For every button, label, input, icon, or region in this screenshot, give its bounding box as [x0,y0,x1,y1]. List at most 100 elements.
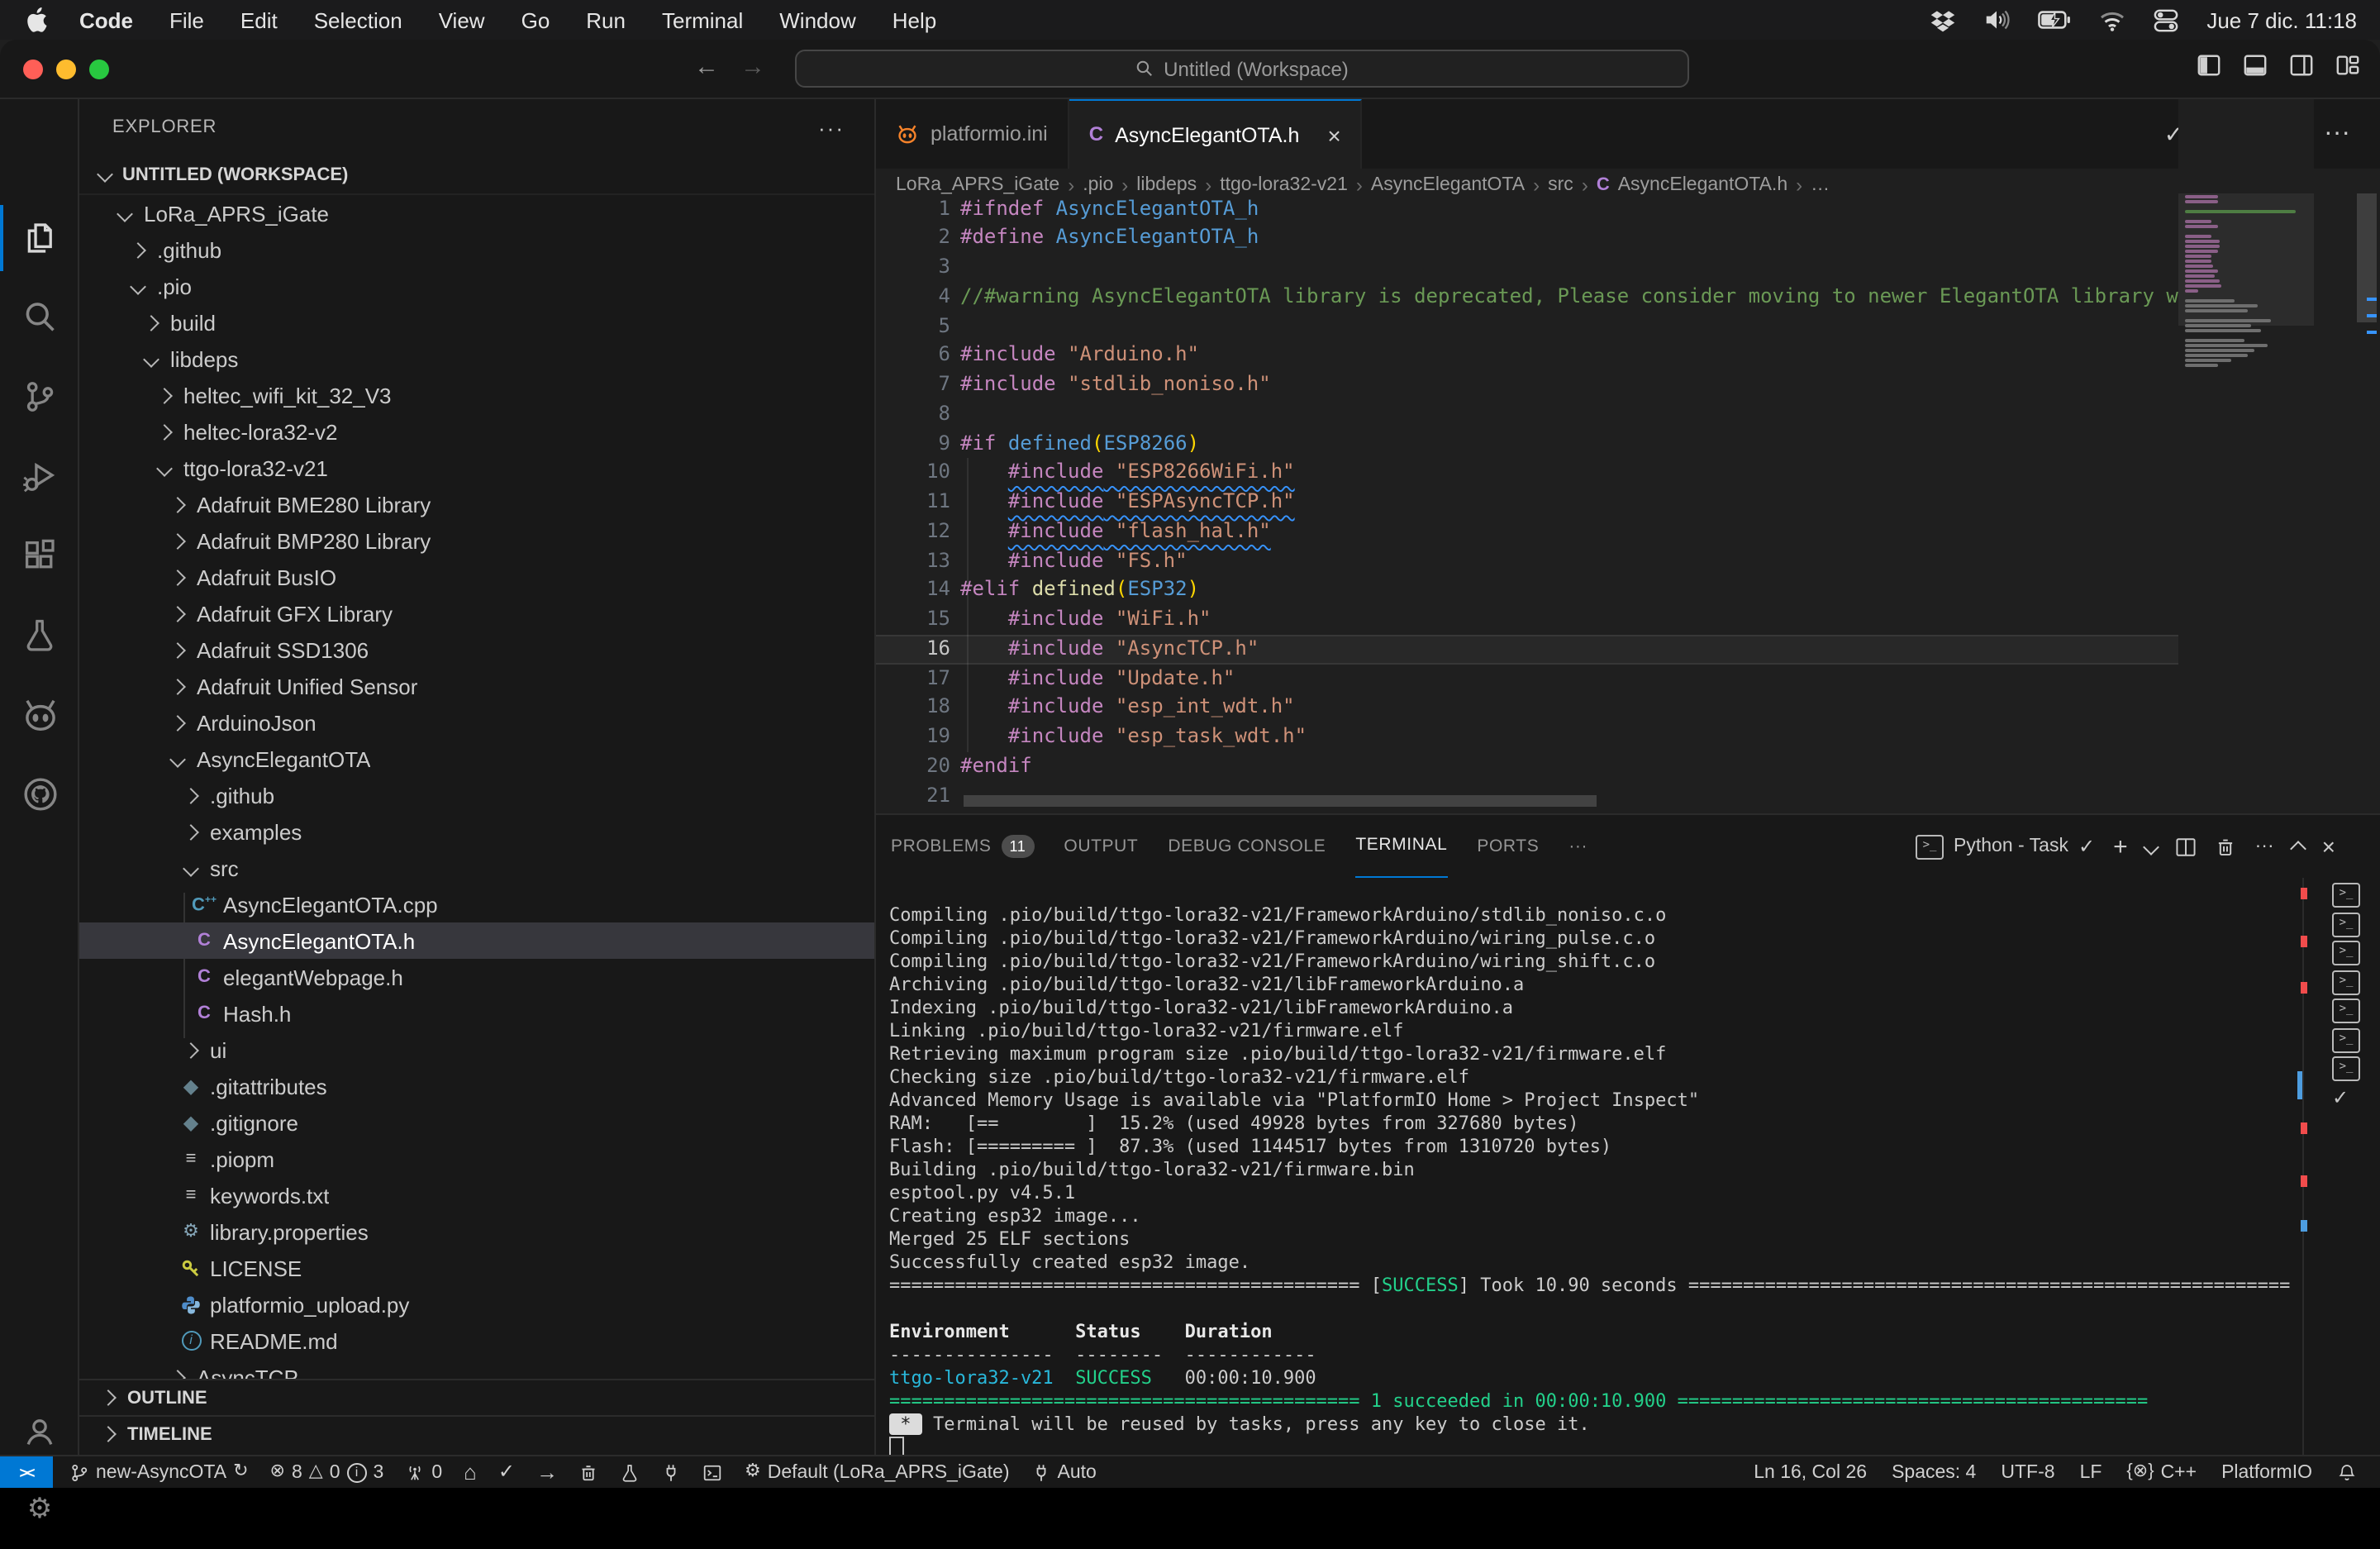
code-line-9[interactable]: 9#if defined(ESP8266) [876,429,2178,459]
encoding-status[interactable]: UTF-8 [2001,1462,2054,1482]
wifi-icon[interactable] [2099,9,2125,31]
pio-clean-button[interactable] [579,1462,599,1482]
code-line-7[interactable]: 7#include "stdlib_noniso.h" [876,370,2178,400]
tree-item-ui[interactable]: ui [79,1032,874,1068]
menu-help[interactable]: Help [892,7,937,32]
pio-build-button[interactable]: ✓ [498,1463,515,1481]
tree-item-adafruit-unified-sensor[interactable]: Adafruit Unified Sensor [79,668,874,704]
toggle-secondary-sidebar-icon[interactable] [2289,53,2314,78]
close-tab-icon[interactable]: × [1327,122,1340,148]
menu-terminal[interactable]: Terminal [662,7,743,32]
close-panel-icon[interactable]: × [2322,833,2335,860]
menu-window[interactable]: Window [779,7,856,32]
sidebar-item-explorer[interactable] [0,198,79,278]
eol-status[interactable]: LF [2080,1462,2102,1482]
tree-item-readme-md[interactable]: iREADME.md [79,1323,874,1359]
tree-item-license[interactable]: LICENSE [79,1250,874,1286]
problems-status[interactable]: ⊗8 △0 i3 [270,1462,384,1482]
breadcrumb-segment-lora-aprs-igate[interactable]: LoRa_APRS_iGate [896,175,1059,195]
dropbox-icon[interactable] [1930,7,1955,32]
panel-tab-problems[interactable]: PROBLEMS11 [891,816,1034,877]
code-line-12[interactable]: 12 #include "flash_hal.h" [876,517,2178,547]
tree-item-github[interactable]: .github [79,231,874,268]
panel-more-actions-icon[interactable]: ··· [2255,836,2274,856]
platformio-status[interactable]: PlatformIO [2221,1462,2312,1482]
tree-item-ttgo-lora32-v21[interactable]: ttgo-lora32-v21 [79,450,874,486]
code-line-17[interactable]: 17 #include "Update.h" [876,664,2178,693]
menu-file[interactable]: File [169,7,204,32]
navigate-back-button[interactable]: ← [694,53,719,81]
terminal-session-item[interactable]: >_ [2332,883,2360,908]
tree-item-heltec-lora32-v2[interactable]: heltec-lora32-v2 [79,413,874,450]
minimap[interactable] [2178,99,2314,813]
battery-icon[interactable] [2038,10,2071,30]
breadcrumb-segment-asyncelegantota[interactable]: AsyncElegantOTA [1371,175,1525,195]
breadcrumb-segment-pio[interactable]: .pio [1083,175,1113,195]
tree-item-examples[interactable]: examples [79,813,874,850]
tree-item-elegantwebpage-h[interactable]: CelegantWebpage.h [79,959,874,995]
terminal-output[interactable]: Compiling .pio/build/ttgo-lora32-v21/Fra… [889,904,2294,1460]
tree-item-library-properties[interactable]: ⚙library.properties [79,1213,874,1250]
terminal-session-item[interactable]: >_ [2332,1027,2360,1052]
tree-item-arduinojson[interactable]: ArduinoJson [79,704,874,741]
terminal-session-item[interactable]: >_ [2332,970,2360,994]
tree-item-gitignore[interactable]: ◆.gitignore [79,1104,874,1141]
tree-item-asynctcp[interactable]: AsyncTCP [79,1359,874,1379]
sidebar-item-source-control[interactable] [0,357,79,436]
code-line-2[interactable]: 2#define AsyncElegantOTA_h [876,224,2178,254]
task-done-icon[interactable]: ✓ [2332,1085,2349,1108]
tree-item-piopm[interactable]: ≡.piopm [79,1141,874,1177]
menu-view[interactable]: View [439,7,485,32]
toggle-panel-icon[interactable] [2243,53,2268,78]
tab-platformio-ini[interactable]: platformio.ini [876,99,1069,169]
indentation-status[interactable]: Spaces: 4 [1892,1462,1976,1482]
tree-item-platformio-upload-py[interactable]: platformio_upload.py [79,1286,874,1323]
panel-tab-debug-console[interactable]: DEBUG CONSOLE [1168,816,1326,877]
close-window-button[interactable] [23,60,43,79]
timeline-section-header[interactable]: TIMELINE [79,1415,874,1451]
tree-item-adafruit-busio[interactable]: Adafruit BusIO [79,559,874,595]
tree-item-gitattributes[interactable]: ◆.gitattributes [79,1068,874,1104]
menu-go[interactable]: Go [521,7,550,32]
code-line-8[interactable]: 8 [876,400,2178,430]
command-center-search[interactable]: Untitled (Workspace) [795,50,1689,88]
tree-item-asyncelegantota[interactable]: AsyncElegantOTA [79,741,874,777]
breadcrumb-segment-asyncelegantota-h[interactable]: AsyncElegantOTA.h [1618,175,1787,195]
apple-menu-icon[interactable] [26,7,50,33]
more-actions-icon[interactable]: ··· [2324,119,2350,149]
terminal-session-item[interactable]: >_ [2332,941,2360,965]
sidebar-item-github[interactable] [0,754,79,833]
sidebar-item-run-debug[interactable] [0,436,79,516]
outline-section-header[interactable]: OUTLINE [79,1379,874,1415]
split-terminal-icon[interactable] [2176,836,2197,857]
pio-test-button[interactable] [621,1462,640,1482]
customize-layout-icon[interactable] [2335,53,2360,78]
panel-more-tabs-icon[interactable]: ··· [1568,816,1587,877]
breadcrumb-segment-item[interactable]: … [1811,175,1830,195]
minimize-window-button[interactable] [56,60,76,79]
tree-item-adafruit-bmp280-library[interactable]: Adafruit BMP280 Library [79,522,874,559]
code-line-13[interactable]: 13 #include "FS.h" [876,546,2178,576]
code-line-20[interactable]: 20#endif [876,752,2178,782]
pio-upload-button[interactable]: → [536,1463,558,1481]
code-editor[interactable]: 1#ifndef AsyncElegantOTA_h2#define Async… [876,194,2178,811]
terminal-session-item[interactable]: >_ [2332,1056,2360,1081]
menu-code[interactable]: Code [79,7,133,32]
horizontal-scrollbar[interactable] [964,795,1597,807]
toggle-sidebar-icon[interactable] [2197,53,2221,78]
code-line-11[interactable]: 11 #include "ESPAsyncTCP.h" [876,488,2178,517]
tree-item-github[interactable]: .github [79,777,874,813]
tree-item-libdeps[interactable]: libdeps [79,341,874,377]
vertical-scrollbar[interactable] [2357,193,2377,322]
tree-item-keywords-txt[interactable]: ≡keywords.txt [79,1177,874,1213]
zoom-window-button[interactable] [89,60,109,79]
sidebar-item-search[interactable] [0,278,79,357]
code-line-3[interactable]: 3 [876,253,2178,283]
tree-item-heltec-wifi-kit-32-v3[interactable]: heltec_wifi_kit_32_V3 [79,377,874,413]
tree-item-pio[interactable]: .pio [79,268,874,304]
tree-item-asyncelegantota-h[interactable]: CAsyncElegantOTA.h [79,922,874,959]
menu-run[interactable]: Run [586,7,626,32]
volume-icon[interactable] [1983,8,2010,31]
breadcrumb-segment-ttgo-lora32-v21[interactable]: ttgo-lora32-v21 [1220,175,1348,195]
code-line-15[interactable]: 15 #include "WiFi.h" [876,605,2178,635]
